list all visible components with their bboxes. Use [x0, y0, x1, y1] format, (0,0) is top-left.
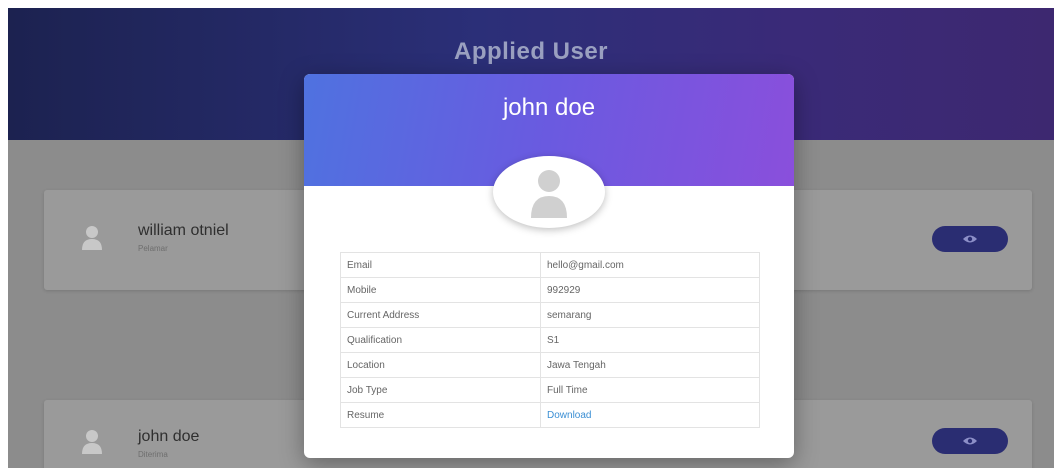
detail-value: hello@gmail.com: [540, 252, 760, 278]
user-avatar-icon: [82, 226, 102, 250]
detail-value-cell: Download: [540, 402, 760, 428]
applicant-detail-modal: john doe Email hello@gmail.com Mobile 99…: [304, 74, 794, 458]
detail-label: Location: [340, 352, 541, 378]
modal-title: john doe: [502, 94, 596, 121]
detail-label: Mobile: [340, 277, 541, 303]
detail-label: Qualification: [340, 327, 541, 353]
detail-label: Resume: [340, 402, 541, 428]
eye-icon: [963, 235, 977, 243]
eye-icon: [963, 437, 977, 445]
page-title: Applied User: [453, 38, 609, 65]
table-row: Qualification S1: [340, 327, 760, 353]
table-row: Current Address semarang: [340, 302, 760, 328]
user-avatar-icon: [82, 430, 102, 454]
table-row: Mobile 992929: [340, 277, 760, 303]
resume-download-link[interactable]: Download: [547, 410, 591, 421]
detail-label: Current Address: [340, 302, 541, 328]
detail-value: Jawa Tengah: [540, 352, 760, 378]
applicant-name: william otniel: [138, 222, 229, 239]
detail-value: Full Time: [540, 377, 760, 403]
applicant-status: Diterima: [138, 450, 168, 459]
table-row: Resume Download: [340, 402, 760, 428]
applicant-status: Pelamar: [138, 244, 168, 253]
user-avatar-icon: [531, 170, 567, 218]
view-applicant-button[interactable]: [932, 428, 1008, 454]
detail-value: S1: [540, 327, 760, 353]
table-row: Location Jawa Tengah: [340, 352, 760, 378]
applicant-details-table: Email hello@gmail.com Mobile 992929 Curr…: [340, 252, 760, 428]
table-row: Email hello@gmail.com: [340, 252, 760, 278]
detail-label: Job Type: [340, 377, 541, 403]
detail-value: 992929: [540, 277, 760, 303]
detail-label: Email: [340, 252, 541, 278]
view-applicant-button[interactable]: [932, 226, 1008, 252]
profile-avatar: [493, 156, 605, 228]
table-row: Job Type Full Time: [340, 377, 760, 403]
applicant-name: john doe: [138, 428, 200, 445]
detail-value: semarang: [540, 302, 760, 328]
